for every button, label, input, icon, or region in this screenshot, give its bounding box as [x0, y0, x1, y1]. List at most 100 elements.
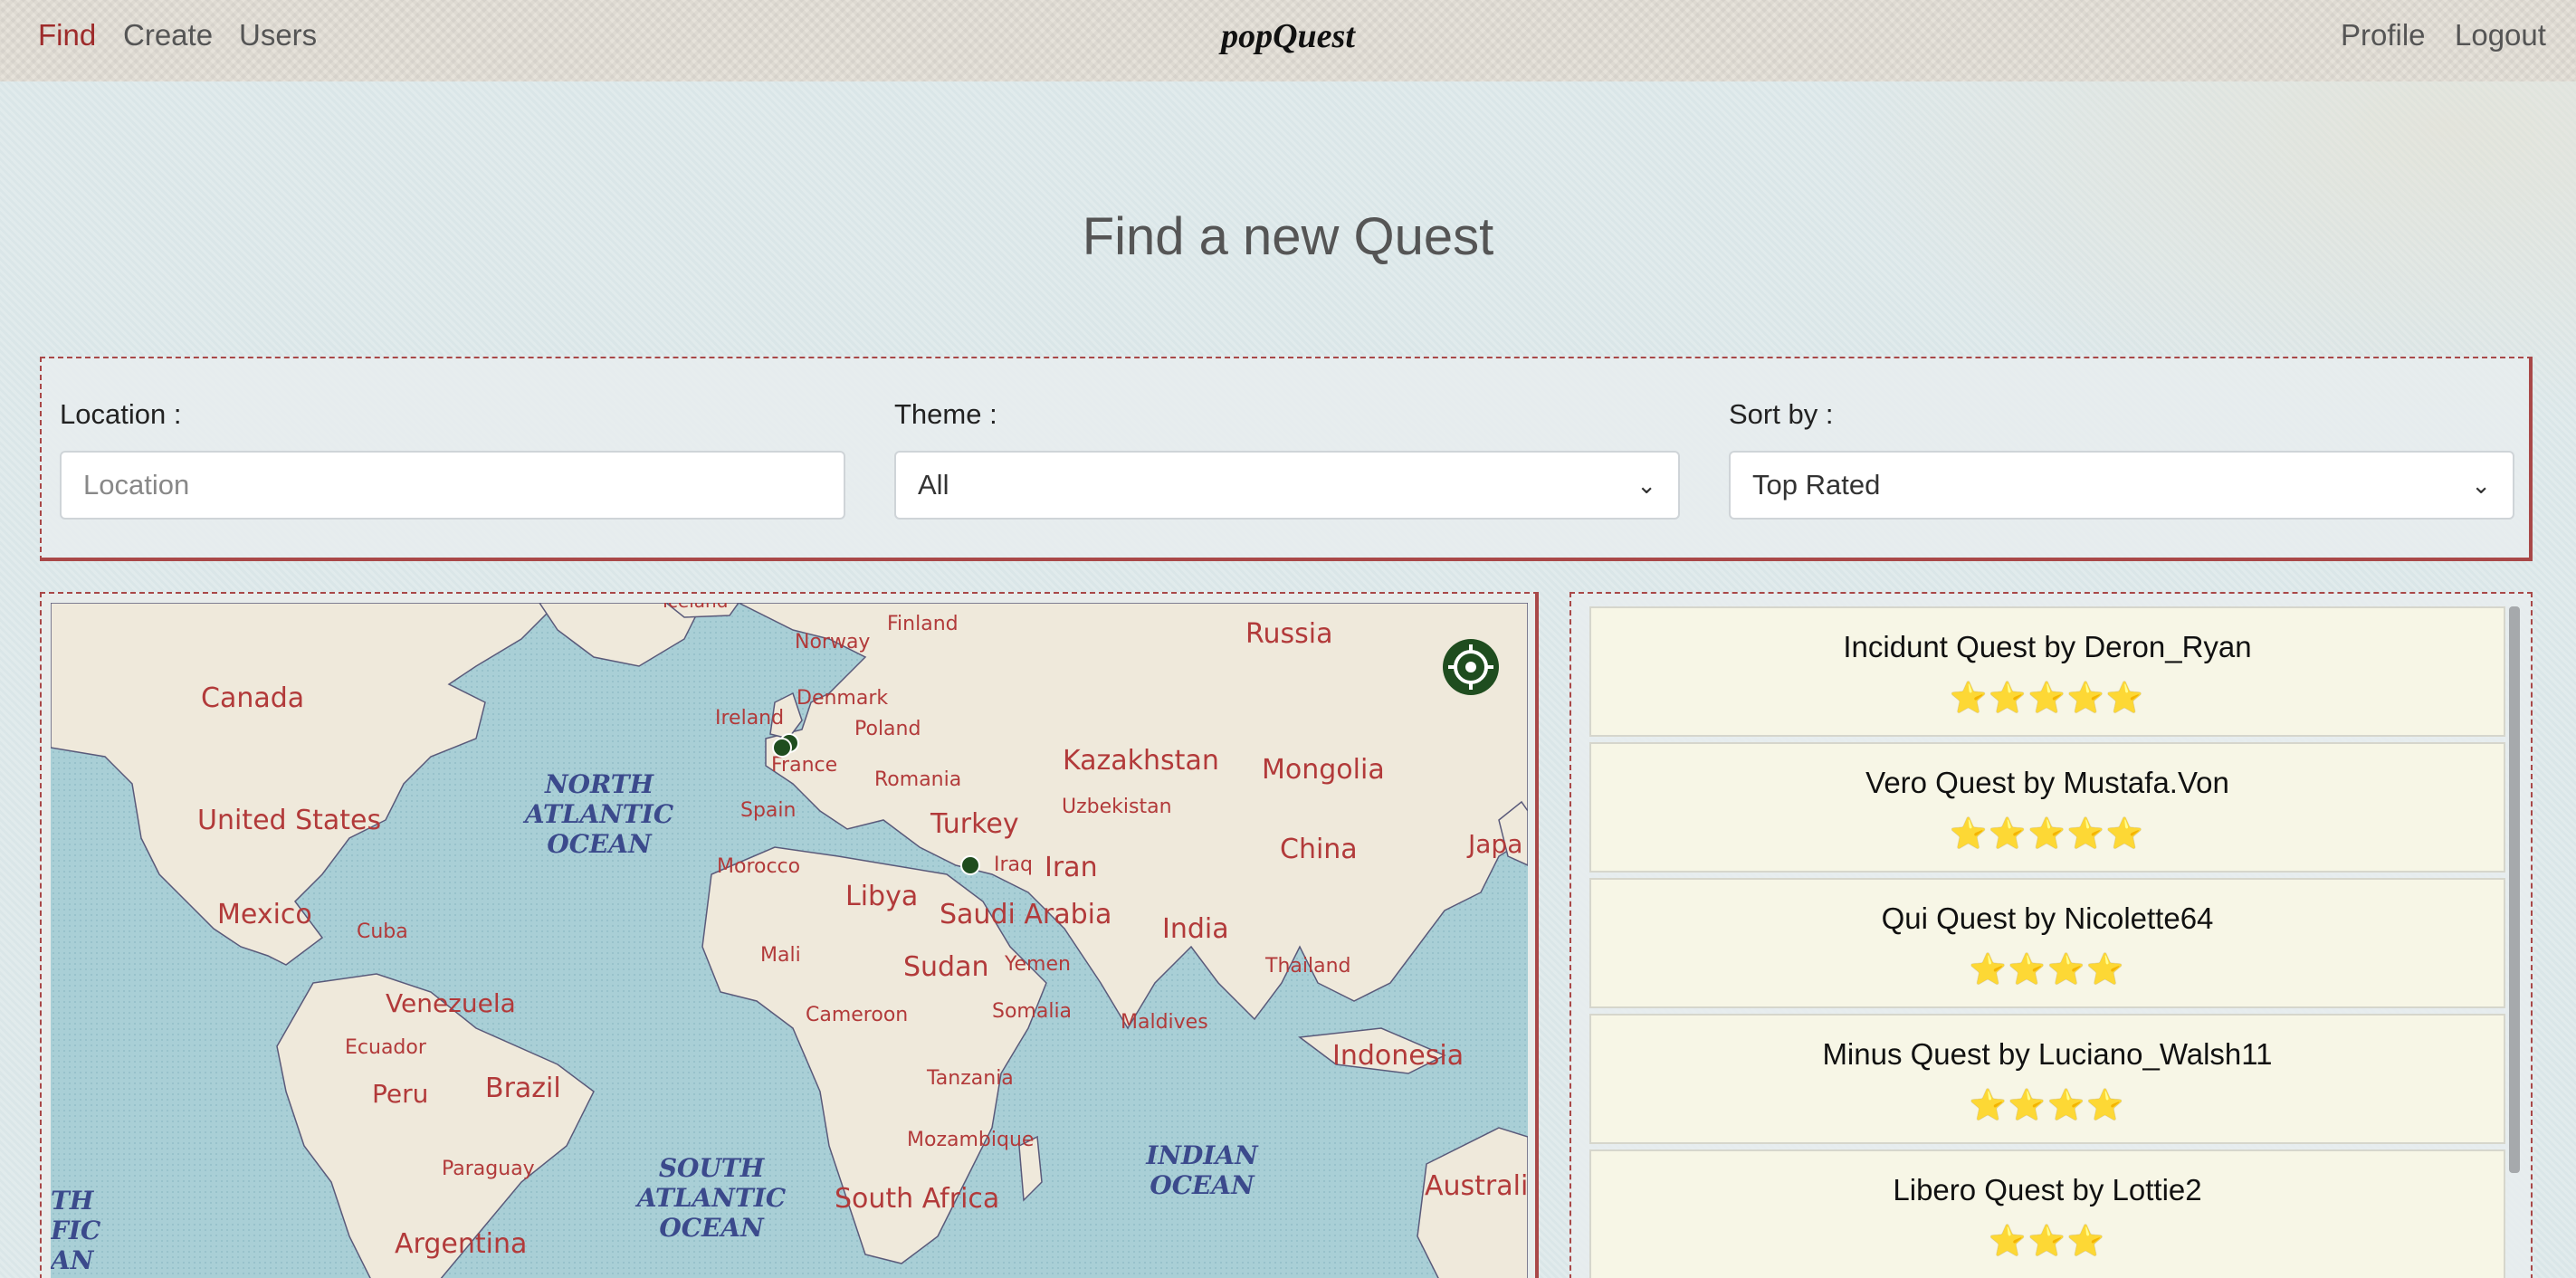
sort-select[interactable]: Top Rated ⌄ [1729, 451, 2514, 520]
label-iraq: Iraq [994, 854, 1033, 876]
quest-list[interactable]: Incidunt Quest by Deron_Ryan ⭐⭐⭐⭐⭐ Vero … [1589, 606, 2505, 1278]
quest-title: Libero Quest by Lottie2 [1893, 1173, 2202, 1206]
label-mozambique: Mozambique [907, 1129, 1034, 1151]
quest-card[interactable]: Vero Quest by Mustafa.Von ⭐⭐⭐⭐⭐ [1589, 742, 2505, 873]
quest-card[interactable]: Libero Quest by Lottie2 ⭐⭐⭐ [1589, 1149, 2505, 1278]
label-cuba: Cuba [357, 920, 408, 943]
theme-select[interactable]: All ⌄ [894, 451, 1680, 520]
label-thailand: Thailand [1264, 955, 1350, 978]
location-label: Location : [60, 398, 182, 430]
filter-panel: Location : Location Theme : All ⌄ Sort b… [40, 357, 2533, 561]
quest-title: Incidunt Quest by Deron_Ryan [1843, 630, 2252, 663]
label-indonesia: Indonesia [1332, 1040, 1464, 1072]
label-somalia: Somalia [992, 1000, 1072, 1023]
label-ireland: Ireland [715, 707, 784, 730]
brand-container: popQuest [0, 16, 2576, 56]
label-poland: Poland [854, 718, 921, 740]
label-romania: Romania [874, 768, 961, 791]
nav-link-logout[interactable]: Logout [2455, 18, 2546, 52]
quest-list-scrollbar[interactable] [2509, 606, 2520, 1173]
label-mexico: Mexico [217, 899, 312, 930]
label-north-atlantic-1: NORTH [544, 769, 655, 799]
quest-card[interactable]: Qui Quest by Nicolette64 ⭐⭐⭐⭐ [1589, 878, 2505, 1008]
label-ecuador: Ecuador [345, 1036, 427, 1059]
label-uzbekistan: Uzbekistan [1062, 796, 1172, 818]
label-indian-ocean-2: OCEAN [1150, 1170, 1255, 1200]
location-input[interactable]: Location [60, 451, 845, 520]
label-russia: Russia [1245, 618, 1333, 650]
label-china: China [1280, 834, 1358, 865]
label-spain: Spain [740, 799, 796, 822]
label-canada: Canada [201, 682, 304, 714]
nav-link-users[interactable]: Users [239, 18, 317, 52]
theme-filter-group: Theme : All ⌄ [894, 398, 1680, 520]
nav-link-profile[interactable]: Profile [2341, 18, 2426, 52]
theme-selected-value: All [918, 469, 949, 501]
label-south-atlantic-3: OCEAN [659, 1213, 765, 1243]
top-navbar: Find Create Users popQuest Profile Logou… [0, 0, 2576, 81]
chevron-down-icon: ⌄ [1636, 471, 1656, 499]
label-north-atlantic-3: OCEAN [547, 829, 653, 859]
label-tanzania: Tanzania [926, 1067, 1014, 1090]
label-iran: Iran [1045, 852, 1098, 883]
star-rating: ⭐⭐⭐⭐ [1969, 952, 2126, 986]
label-cameroon: Cameroon [806, 1004, 908, 1026]
quest-title: Minus Quest by Luciano_Walsh11 [1822, 1037, 2273, 1071]
sort-label: Sort by : [1729, 398, 1834, 430]
label-paraguay: Paraguay [442, 1158, 535, 1180]
label-turkey: Turkey [930, 808, 1019, 840]
world-map-svg[interactable]: Canada United States Mexico Cuba Venezue… [51, 603, 1528, 1278]
sort-filter-group: Sort by : Top Rated ⌄ [1729, 398, 2514, 520]
quest-marker[interactable] [772, 738, 792, 758]
star-rating: ⭐⭐⭐⭐⭐ [1950, 681, 2145, 714]
label-pacific-2: FIC [51, 1216, 101, 1245]
label-north-atlantic-2: ATLANTIC [522, 799, 674, 829]
label-south-africa: South Africa [835, 1183, 999, 1215]
label-mongolia: Mongolia [1262, 754, 1385, 786]
locate-me-button[interactable] [1443, 639, 1499, 695]
label-saudi-arabia: Saudi Arabia [940, 899, 1111, 930]
label-maldives: Maldives [1121, 1011, 1208, 1034]
label-pacific-1: TH [51, 1186, 95, 1216]
label-peru: Peru [372, 1079, 428, 1109]
star-rating: ⭐⭐⭐ [1989, 1224, 2106, 1257]
label-morocco: Morocco [717, 855, 800, 878]
label-south-atlantic-2: ATLANTIC [634, 1183, 787, 1213]
label-venezuela: Venezuela [386, 988, 516, 1018]
quest-list-panel: Incidunt Quest by Deron_Ryan ⭐⭐⭐⭐⭐ Vero … [1569, 592, 2533, 1278]
brand-logo[interactable]: popQuest [1221, 17, 1355, 55]
label-sudan: Sudan [903, 951, 989, 983]
label-iceland: Iceland [663, 603, 728, 612]
label-mali: Mali [760, 944, 801, 967]
label-indian-ocean-1: INDIAN [1145, 1140, 1259, 1170]
sort-selected-value: Top Rated [1752, 469, 1881, 501]
label-brazil: Brazil [485, 1073, 561, 1104]
label-south-atlantic-1: SOUTH [659, 1153, 766, 1183]
theme-label: Theme : [894, 398, 997, 430]
quest-title: Vero Quest by Mustafa.Von [1865, 766, 2229, 799]
label-united-states: United States [197, 805, 381, 836]
label-india: India [1162, 913, 1229, 945]
world-map[interactable]: Canada United States Mexico Cuba Venezue… [51, 603, 1528, 1278]
label-japan: Japa [1466, 829, 1522, 859]
label-australia: Australi [1425, 1170, 1528, 1202]
crosshair-icon [1448, 644, 1493, 690]
quest-marker[interactable] [960, 855, 980, 875]
nav-link-find[interactable]: Find [38, 18, 96, 52]
label-libya: Libya [845, 881, 918, 912]
label-argentina: Argentina [395, 1228, 527, 1260]
quest-title: Qui Quest by Nicolette64 [1881, 901, 2214, 935]
map-panel: Canada United States Mexico Cuba Venezue… [40, 592, 1539, 1278]
quest-card[interactable]: Minus Quest by Luciano_Walsh11 ⭐⭐⭐⭐ [1589, 1014, 2505, 1144]
location-filter-group: Location : Location [60, 398, 845, 520]
chevron-down-icon: ⌄ [2471, 471, 2491, 499]
label-yemen: Yemen [1004, 953, 1071, 976]
quest-card[interactable]: Incidunt Quest by Deron_Ryan ⭐⭐⭐⭐⭐ [1589, 606, 2505, 737]
label-denmark: Denmark [797, 687, 888, 710]
nav-link-create[interactable]: Create [123, 18, 213, 52]
label-kazakhstan: Kazakhstan [1063, 745, 1219, 777]
star-rating: ⭐⭐⭐⭐ [1969, 1088, 2126, 1121]
label-pacific-3: AN [51, 1245, 95, 1275]
label-finland: Finland [887, 613, 959, 635]
label-norway: Norway [795, 631, 870, 653]
